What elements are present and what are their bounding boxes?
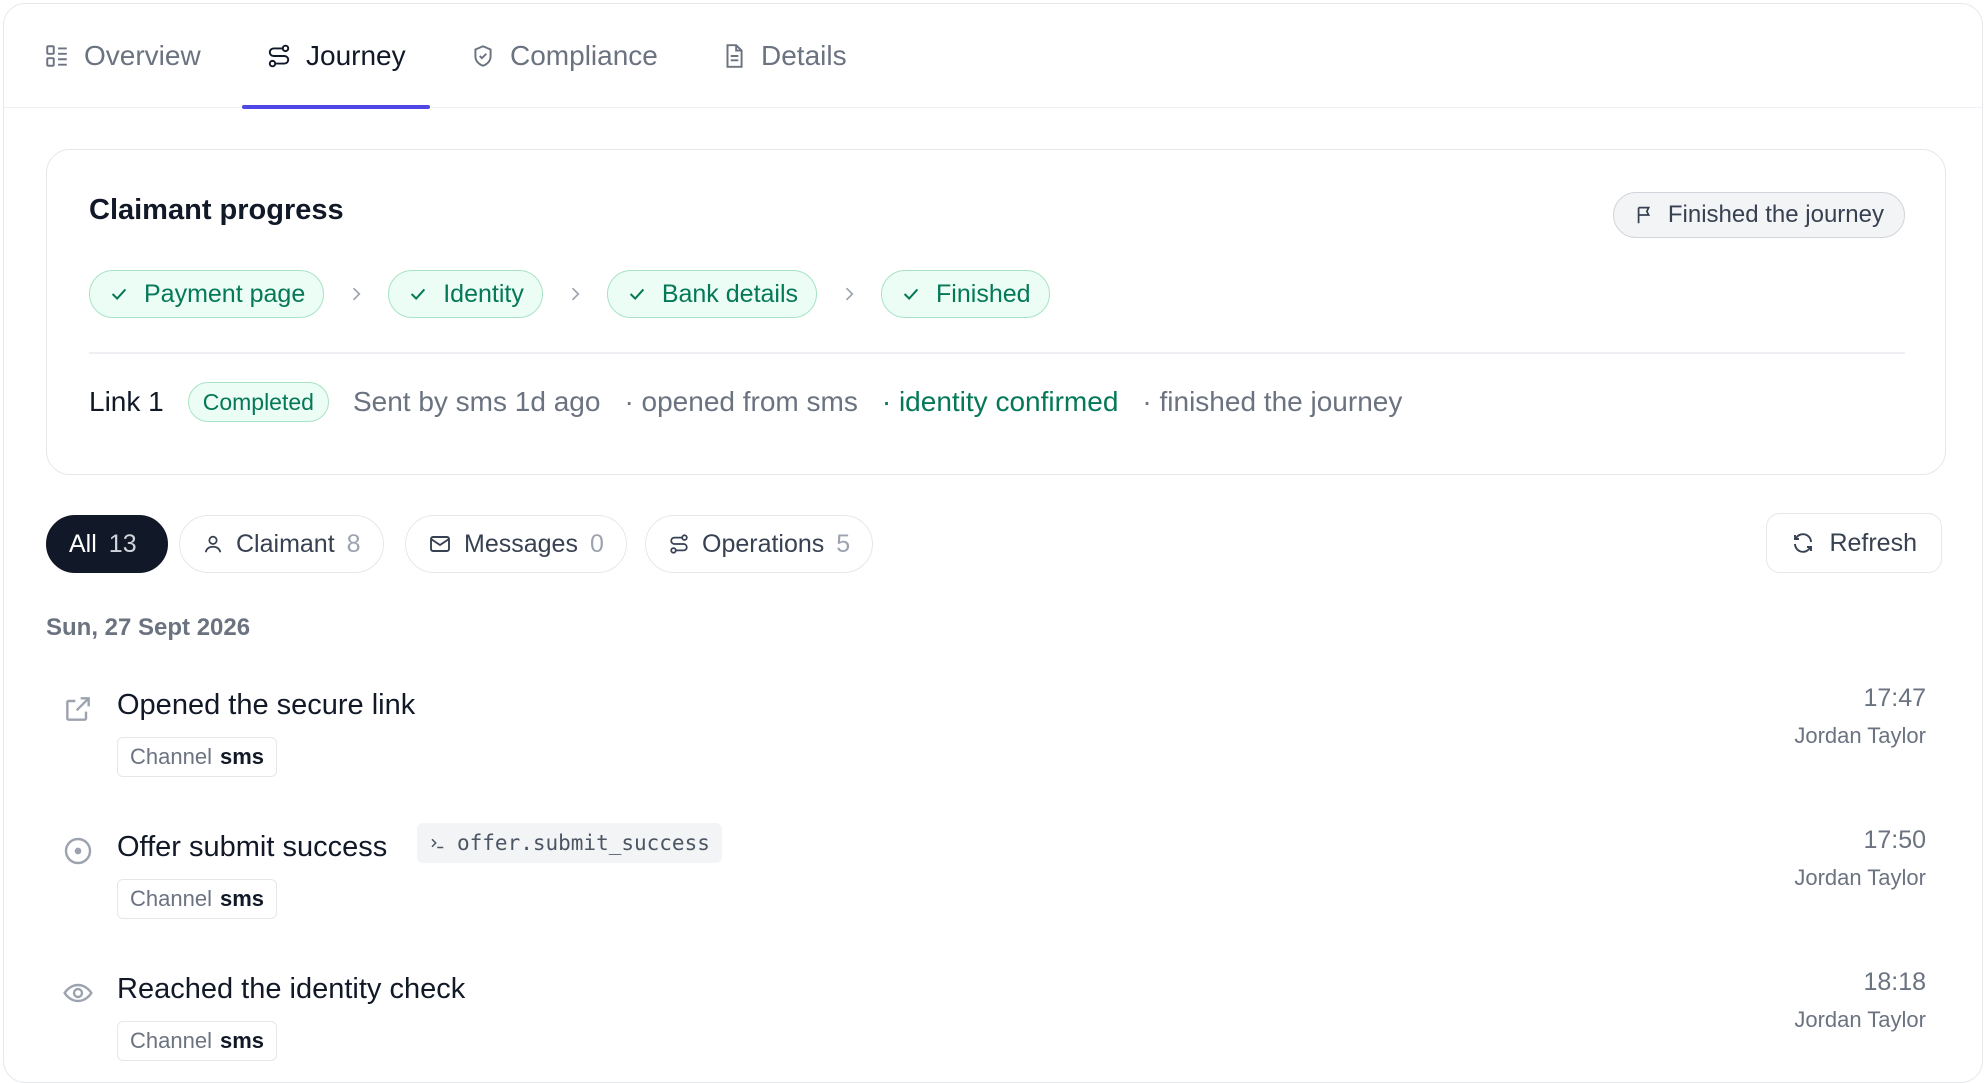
tab-compliance[interactable]: Compliance <box>470 4 658 108</box>
chevron-right-icon <box>817 284 881 304</box>
filter-count: 8 <box>346 529 361 558</box>
event-user: Jordan Taylor <box>1794 723 1926 748</box>
channel-key: Channel <box>130 744 212 769</box>
channel-key: Channel <box>130 886 212 911</box>
route-icon <box>266 43 292 69</box>
timeline-event: Offer submit success offer.submit_succes… <box>4 823 1982 949</box>
shield-check-icon <box>470 43 496 69</box>
refresh-icon <box>1791 531 1815 555</box>
link-identity-text: · identity confirmed <box>881 386 1119 417</box>
filter-label: All <box>69 529 97 558</box>
check-icon <box>900 283 922 305</box>
filter-count: 0 <box>589 529 604 558</box>
refresh-label: Refresh <box>1829 528 1917 557</box>
check-icon <box>407 283 429 305</box>
filter-operations[interactable]: Operations 5 <box>645 515 874 573</box>
timeline-event: Reached the identity check Channel sms 1… <box>4 968 1982 1082</box>
tab-details-label: Details <box>761 40 847 71</box>
step-label: Bank details <box>661 279 799 308</box>
tab-overview-label: Overview <box>84 40 201 71</box>
step-label: Identity <box>443 279 524 308</box>
route-icon <box>668 533 690 555</box>
status-badge: Completed <box>187 382 329 422</box>
tab-details[interactable]: Details <box>721 4 847 108</box>
mail-icon <box>428 532 452 556</box>
check-icon <box>108 283 130 305</box>
event-code-text: offer.submit_success <box>457 831 710 855</box>
date-heading: Sun, 27 Sept 2026 <box>46 614 251 641</box>
link-opened-text: · opened from sms <box>624 386 858 417</box>
journey-panel: Overview Journey Compliance Details Clai… <box>3 3 1983 1083</box>
link-finished-text: · finished the journey <box>1142 386 1403 417</box>
filter-label: Claimant <box>236 529 335 558</box>
timeline-event: Opened the secure link Channel sms 17:47… <box>4 684 1982 807</box>
channel-tag: Channel sms <box>117 1021 277 1061</box>
chevron-right-icon <box>543 284 607 304</box>
step-identity: Identity <box>388 270 543 318</box>
journey-status-pill: Finished the journey <box>1612 192 1905 238</box>
external-link-icon <box>62 693 94 725</box>
event-title: Offer submit success <box>117 831 388 863</box>
tab-compliance-label: Compliance <box>510 40 658 71</box>
refresh-button[interactable]: Refresh <box>1766 513 1942 573</box>
step-label: Finished <box>936 279 1031 308</box>
link-label: Link 1 <box>89 386 164 417</box>
channel-value: sms <box>219 744 264 769</box>
event-user: Jordan Taylor <box>1794 865 1926 890</box>
claimant-progress-card: Claimant progress Finished the journey P… <box>46 149 1946 475</box>
event-time: 17:50 <box>1863 826 1926 854</box>
document-icon <box>721 43 747 69</box>
filter-label: Messages <box>464 529 578 558</box>
event-title: Reached the identity check <box>117 973 466 1005</box>
user-icon <box>202 533 224 555</box>
chevron-right-icon <box>324 284 388 304</box>
step-label: Payment page <box>144 279 306 308</box>
tab-bar: Overview Journey Compliance Details <box>4 4 1982 109</box>
channel-tag: Channel sms <box>117 879 277 919</box>
check-icon <box>626 283 648 305</box>
journey-status-label: Finished the journey <box>1667 201 1884 228</box>
channel-value: sms <box>219 1028 264 1053</box>
link-summary-row: Link 1 Completed Sent by sms 1d ago · op… <box>89 372 1402 432</box>
tab-overview[interactable]: Overview <box>44 4 201 108</box>
event-time: 18:18 <box>1863 968 1926 996</box>
event-user: Jordan Taylor <box>1794 1007 1926 1032</box>
event-code: offer.submit_success <box>417 823 722 863</box>
filter-all[interactable]: All 13 <box>46 515 168 573</box>
tab-journey-label: Journey <box>306 40 406 71</box>
card-title: Claimant progress <box>89 194 344 226</box>
step-payment-page: Payment page <box>89 270 325 318</box>
divider <box>89 352 1905 354</box>
target-dot-icon <box>62 835 94 867</box>
step-bank-details: Bank details <box>606 270 818 318</box>
filter-label: Operations <box>702 529 825 558</box>
step-finished: Finished <box>881 270 1050 318</box>
progress-steps: Payment page Identity Bank details Finis… <box>89 270 1050 318</box>
event-title: Opened the secure link <box>117 689 416 721</box>
eye-icon <box>62 977 94 1009</box>
tab-journey[interactable]: Journey <box>242 4 430 109</box>
filter-messages[interactable]: Messages 0 <box>405 515 627 573</box>
overview-grid-icon <box>44 43 70 69</box>
flag-icon <box>1634 204 1656 226</box>
event-time: 17:47 <box>1863 684 1926 712</box>
channel-tag: Channel sms <box>117 737 277 777</box>
filter-count: 13 <box>108 529 137 558</box>
channel-value: sms <box>219 886 264 911</box>
channel-key: Channel <box>130 1028 212 1053</box>
link-sent-text: Sent by sms 1d ago <box>352 386 601 417</box>
filter-count: 5 <box>836 529 851 558</box>
terminal-icon <box>429 834 447 852</box>
filter-claimant[interactable]: Claimant 8 <box>179 515 384 573</box>
